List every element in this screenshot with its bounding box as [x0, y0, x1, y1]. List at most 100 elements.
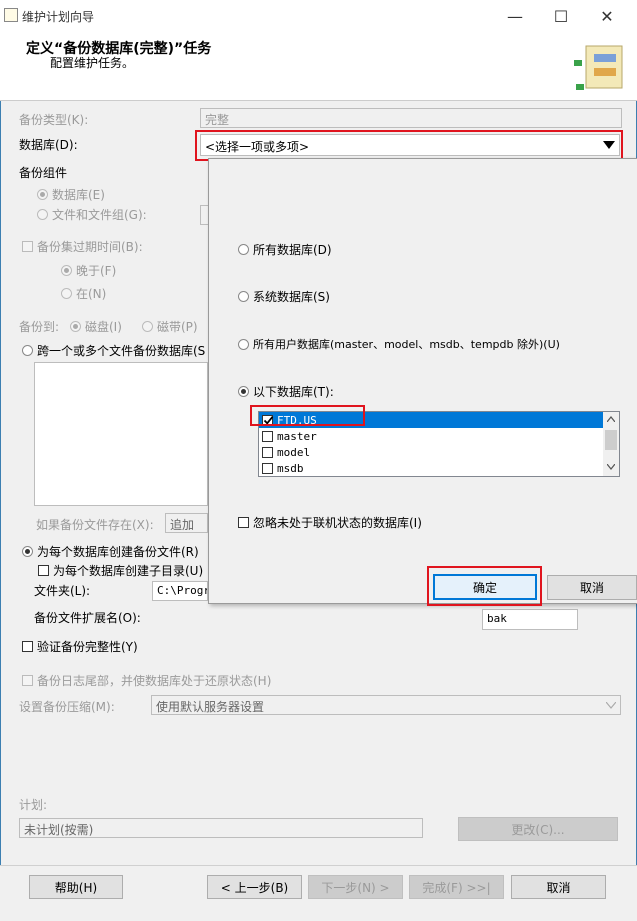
- radio-files-button: [37, 209, 48, 220]
- radio-tape-label: 磁带(P): [157, 320, 198, 334]
- back-button[interactable]: < 上一步(B): [207, 875, 302, 899]
- radio-these-db-button[interactable]: [238, 386, 249, 397]
- radio-span-label: 跨一个或多个文件备份数据库(S: [37, 344, 206, 358]
- radio-later-label: 晚于(F): [76, 264, 117, 278]
- expire-checkbox-label: 备份集过期时间(B):: [37, 240, 143, 254]
- ignore-offline-checkbox-label: 忽略未处于联机状态的数据库(I): [253, 516, 422, 530]
- dropdown-arrow-icon: [603, 141, 615, 149]
- radio-these-db[interactable]: 以下数据库(T):: [238, 383, 334, 400]
- expire-checkbox: 备份集过期时间(B):: [22, 238, 143, 255]
- subdir-checkbox-label: 为每个数据库创建子目录(U): [53, 564, 204, 578]
- verify-checkbox[interactable]: 验证备份完整性(Y): [22, 638, 138, 655]
- radio-span-button[interactable]: [22, 345, 33, 356]
- minimize-button[interactable]: —: [492, 0, 538, 32]
- extension-input[interactable]: bak: [482, 609, 578, 630]
- ignore-offline-checkbox[interactable]: 忽略未处于联机状态的数据库(I): [238, 514, 422, 531]
- wizard-graphic-icon: [574, 45, 623, 90]
- radio-per-db[interactable]: 为每个数据库创建备份文件(R): [22, 543, 199, 560]
- compression-arrow-icon: [606, 702, 616, 709]
- radio-user-db-button[interactable]: [238, 338, 249, 350]
- tail-checkbox: 备份日志尾部，并使数据库处于还原状态(H): [22, 672, 271, 689]
- radio-database-label: 数据库(E): [52, 188, 105, 202]
- radio-these-db-label: 以下数据库(T):: [253, 385, 334, 399]
- radio-disk: 磁盘(I): [70, 318, 122, 335]
- tail-checkbox-box: [22, 675, 33, 686]
- maximize-button[interactable]: ☐: [538, 0, 584, 32]
- ok-button[interactable]: 确定: [433, 574, 537, 600]
- help-button[interactable]: 帮助(H): [29, 875, 123, 899]
- backup-to-label: 备份到:: [19, 320, 60, 334]
- compression-label: 设置备份压缩(M):: [19, 700, 115, 714]
- selected-db-highlight: [250, 405, 365, 426]
- radio-disk-button: [70, 321, 81, 332]
- close-button[interactable]: ✕: [584, 0, 630, 32]
- radio-all-db[interactable]: 所有数据库(D): [238, 241, 332, 258]
- database-label: 数据库(D):: [19, 138, 78, 152]
- radio-database: 数据库(E): [37, 186, 105, 203]
- radio-later: 晚于(F): [61, 262, 116, 279]
- radio-user-db-label: 所有用户数据库(master、model、msdb、tempdb 除外)(U): [253, 338, 560, 351]
- if-exists-label: 如果备份文件存在(X):: [36, 518, 154, 532]
- title-bar: 维护计划向导 — ☐ ✕: [0, 0, 637, 32]
- if-exists-select: 追加: [165, 513, 208, 533]
- backup-component-label: 备份组件: [19, 166, 68, 180]
- radio-tape-button: [142, 321, 153, 332]
- page-subtitle: 配置维护任务。: [50, 56, 135, 70]
- scroll-thumb[interactable]: [605, 430, 617, 450]
- next-button: 下一步(N) >: [308, 875, 403, 899]
- radio-files-label: 文件和文件组(G):: [52, 208, 147, 222]
- backup-type-label: 备份类型(K):: [19, 113, 89, 127]
- database-picker-popup: [208, 158, 637, 604]
- scroll-up-icon[interactable]: [607, 416, 615, 422]
- radio-disk-label: 磁盘(I): [85, 320, 122, 334]
- span-files-list[interactable]: [34, 362, 208, 506]
- radio-on: 在(N): [61, 285, 106, 302]
- tail-checkbox-label: 备份日志尾部，并使数据库处于还原状态(H): [37, 674, 272, 688]
- radio-all-db-label: 所有数据库(D): [253, 243, 332, 257]
- schedule-label: 计划:: [19, 798, 48, 812]
- ignore-offline-checkbox-box[interactable]: [238, 517, 249, 528]
- compression-select: 使用默认服务器设置: [151, 695, 621, 715]
- db-checkbox[interactable]: [262, 446, 273, 458]
- db-checkbox[interactable]: [262, 430, 273, 442]
- radio-later-button: [61, 265, 72, 276]
- radio-tape: 磁带(P): [142, 318, 198, 335]
- radio-system-db[interactable]: 系统数据库(S): [238, 288, 330, 305]
- radio-files: 文件和文件组(G):: [37, 206, 147, 223]
- list-item[interactable]: master: [259, 428, 619, 444]
- radio-system-db-label: 系统数据库(S): [253, 290, 330, 304]
- cancel-button[interactable]: 取消: [511, 875, 606, 899]
- expire-checkbox-box: [22, 241, 33, 252]
- database-select[interactable]: <选择一项或多项>: [200, 134, 620, 156]
- backup-type-select: 完整: [200, 108, 622, 128]
- list-scrollbar[interactable]: [603, 412, 619, 476]
- radio-per-db-button[interactable]: [22, 546, 33, 557]
- finish-button: 完成(F) >>|: [409, 875, 504, 899]
- db-name: msdb: [277, 461, 304, 475]
- list-item[interactable]: msdb: [259, 460, 619, 476]
- subdir-checkbox[interactable]: 为每个数据库创建子目录(U): [38, 562, 203, 579]
- subdir-checkbox-box[interactable]: [38, 565, 49, 576]
- folder-input[interactable]: C:\Progra: [152, 581, 208, 601]
- radio-on-button: [61, 288, 72, 299]
- radio-user-db[interactable]: 所有用户数据库(master、model、msdb、tempdb 除外)(U): [238, 336, 560, 352]
- verify-checkbox-label: 验证备份完整性(Y): [37, 640, 138, 654]
- popup-cancel-button[interactable]: 取消: [547, 575, 637, 600]
- radio-system-db-button[interactable]: [238, 291, 249, 302]
- database-select-value: <选择一项或多项>: [205, 140, 310, 154]
- app-icon: [4, 8, 18, 22]
- compression-select-value: 使用默认服务器设置: [156, 700, 265, 714]
- scroll-down-icon[interactable]: [607, 464, 615, 470]
- radio-per-db-label: 为每个数据库创建备份文件(R): [37, 545, 199, 559]
- verify-checkbox-box[interactable]: [22, 641, 33, 652]
- radio-span[interactable]: 跨一个或多个文件备份数据库(S: [22, 342, 205, 359]
- radio-all-db-button[interactable]: [238, 244, 249, 255]
- change-schedule-button: 更改(C)...: [458, 817, 618, 841]
- db-name: master: [277, 429, 317, 443]
- folder-label: 文件夹(L):: [34, 584, 91, 598]
- db-name: model: [277, 445, 311, 459]
- list-item[interactable]: model: [259, 444, 619, 460]
- radio-on-label: 在(N): [76, 287, 107, 301]
- schedule-field: 未计划(按需): [19, 818, 423, 838]
- db-checkbox[interactable]: [262, 462, 273, 474]
